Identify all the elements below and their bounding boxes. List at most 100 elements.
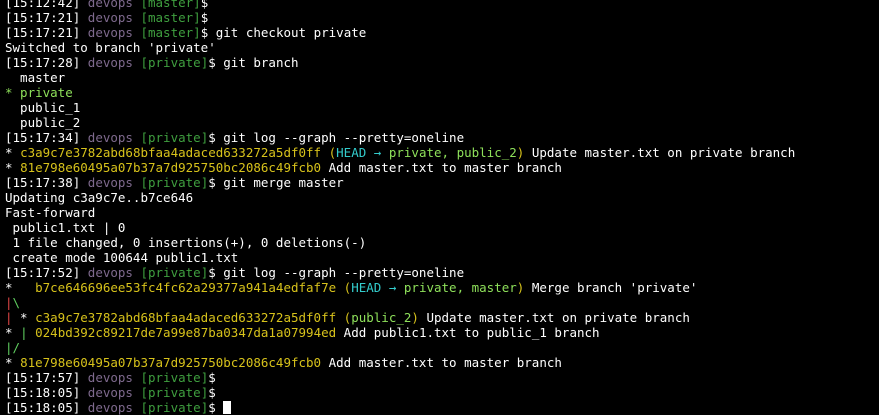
prompt-line: [15:17:57] devops [private]$ xyxy=(5,370,879,385)
prompt-timestamp: [15:18:05] xyxy=(5,400,81,415)
prompt-branch: [master] xyxy=(140,10,201,25)
prompt-command: $ xyxy=(208,385,216,400)
prompt-user: devops xyxy=(87,175,133,190)
prompt-branch: [private] xyxy=(140,130,209,145)
commit-message: Add public1.txt to public_1 branch xyxy=(336,325,600,340)
current-branch: * private xyxy=(5,85,73,100)
output-line: public_1 xyxy=(5,100,879,115)
prompt-branch: [private] xyxy=(140,55,209,70)
prompt-branch: [master] xyxy=(140,25,201,40)
terminal-cursor xyxy=(223,401,232,414)
prompt-line: [15:17:38] devops [private]$ git merge m… xyxy=(5,175,879,190)
prompt-command: $ xyxy=(208,370,216,385)
graph-marker: * xyxy=(5,160,21,175)
prompt-branch: [master] xyxy=(140,0,201,10)
prompt-line: [15:18:05] devops [private]$ xyxy=(5,400,879,415)
terminal-output[interactable]: [15:12:42] devops [master]$ [15:17:21] de… xyxy=(5,0,879,415)
graph-marker: * xyxy=(5,355,21,370)
commit-message: Update master.txt on private branch xyxy=(418,310,690,325)
prompt-line: [15:17:28] devops [private]$ git branch xyxy=(5,55,879,70)
commit-line: * b7ce646696ee53fc4fc62a29377a941a4edfaf… xyxy=(5,280,879,295)
prompt-timestamp: [15:17:21] xyxy=(5,10,81,25)
commit-line: * 81e798e60495a07b37a7d925750bc2086c49fc… xyxy=(5,355,879,370)
prompt-line: [15:17:52] devops [private]$ git log --g… xyxy=(5,265,879,280)
output-line: master xyxy=(5,70,879,85)
prompt-branch: [private] xyxy=(140,370,209,385)
output-text: create mode 100644 public1.txt xyxy=(5,250,239,265)
ref-paren-open: ( xyxy=(336,310,352,325)
ref-paren-open: ( xyxy=(321,145,337,160)
commit-line: * c3a9c7e3782abd68bfaa4adaced633272a5df0… xyxy=(5,145,879,160)
head-ref: HEAD xyxy=(336,145,367,160)
output-text: Fast-forward xyxy=(5,205,96,220)
commit-line: * | 024bd392c89217de7a99e87ba0347da1a079… xyxy=(5,325,879,340)
commit-hash: 024bd392c89217de7a99e87ba0347da1a07994ed xyxy=(35,325,337,340)
output-text: Switched to branch 'private' xyxy=(5,40,216,55)
output-line: public_2 xyxy=(5,115,879,130)
prompt-command: $ git log --graph --pretty=oneline xyxy=(208,130,465,145)
prompt-timestamp: [15:17:28] xyxy=(5,55,81,70)
prompt-command: $ git checkout private xyxy=(200,25,367,40)
graph-edge: / xyxy=(12,340,21,355)
branch-refs: private, master xyxy=(403,280,517,295)
output-text: public1.txt | 0 xyxy=(5,220,126,235)
output-line: create mode 100644 public1.txt xyxy=(5,250,879,265)
prompt-command: $ xyxy=(208,400,224,415)
prompt-timestamp: [15:12:42] xyxy=(5,0,81,10)
graph-edge: | xyxy=(5,295,13,310)
ref-arrow: → xyxy=(381,280,404,295)
commit-message: Merge branch 'private' xyxy=(524,280,698,295)
graph-edge: \ xyxy=(12,295,21,310)
output-text: public_1 xyxy=(5,100,81,115)
prompt-branch: [private] xyxy=(140,265,209,280)
output-text: master xyxy=(5,70,66,85)
prompt-user: devops xyxy=(87,25,133,40)
commit-hash: 81e798e60495a07b37a7d925750bc2086c49fcb0 xyxy=(20,160,322,175)
output-text: Updating c3a9c7e..b7ce646 xyxy=(5,190,194,205)
output-text: 1 file changed, 0 insertions(+), 0 delet… xyxy=(5,235,367,250)
commit-message: Update master.txt on private branch xyxy=(524,145,796,160)
commit-message: Add master.txt to master branch xyxy=(321,160,562,175)
prompt-user: devops xyxy=(87,55,133,70)
current-branch-line: * private xyxy=(5,85,879,100)
prompt-line: [15:17:34] devops [private]$ git log --g… xyxy=(5,130,879,145)
prompt-user: devops xyxy=(87,10,133,25)
output-line: Fast-forward xyxy=(5,205,879,220)
prompt-timestamp: [15:17:52] xyxy=(5,265,81,280)
ref-paren-open: ( xyxy=(336,280,352,295)
prompt-user: devops xyxy=(87,385,133,400)
graph-marker: * xyxy=(12,310,36,325)
commit-line: * 81e798e60495a07b37a7d925750bc2086c49fc… xyxy=(5,160,879,175)
ref-paren-close: ) xyxy=(411,310,419,325)
prompt-branch: [private] xyxy=(140,175,209,190)
output-line: Switched to branch 'private' xyxy=(5,40,879,55)
prompt-timestamp: [15:17:38] xyxy=(5,175,81,190)
prompt-timestamp: [15:17:57] xyxy=(5,370,81,385)
branch-refs: public_2 xyxy=(351,310,412,325)
prompt-command: $ xyxy=(200,0,209,10)
prompt-user: devops xyxy=(87,370,133,385)
graph-line: |/ xyxy=(5,340,879,355)
prompt-branch: [private] xyxy=(140,385,209,400)
graph-edge: | xyxy=(5,310,13,325)
prompt-branch: [private] xyxy=(140,400,209,415)
commit-message: Add master.txt to master branch xyxy=(321,355,562,370)
graph-marker: * xyxy=(5,145,21,160)
output-line: Updating c3a9c7e..b7ce646 xyxy=(5,190,879,205)
prompt-line: [15:17:21] devops [master]$ git checkout… xyxy=(5,25,879,40)
output-line: public1.txt | 0 xyxy=(5,220,879,235)
graph-edge: | xyxy=(20,325,28,340)
prompt-command: $ git branch xyxy=(208,55,299,70)
graph-edge: | xyxy=(5,340,13,355)
prompt-timestamp: [15:17:34] xyxy=(5,130,81,145)
commit-hash: c3a9c7e3782abd68bfaa4adaced633272a5df0ff xyxy=(20,145,322,160)
prompt-command: $ git merge master xyxy=(208,175,344,190)
prompt-user: devops xyxy=(87,0,133,10)
head-ref: HEAD xyxy=(351,280,382,295)
prompt-user: devops xyxy=(87,265,133,280)
output-text: public_2 xyxy=(5,115,81,130)
prompt-line: [15:17:21] devops [master]$ xyxy=(5,10,879,25)
prompt-timestamp: [15:18:05] xyxy=(5,385,81,400)
prompt-line: [15:18:05] devops [private]$ xyxy=(5,385,879,400)
commit-hash: b7ce646696ee53fc4fc62a29377a941a4edfaf7e xyxy=(35,280,337,295)
